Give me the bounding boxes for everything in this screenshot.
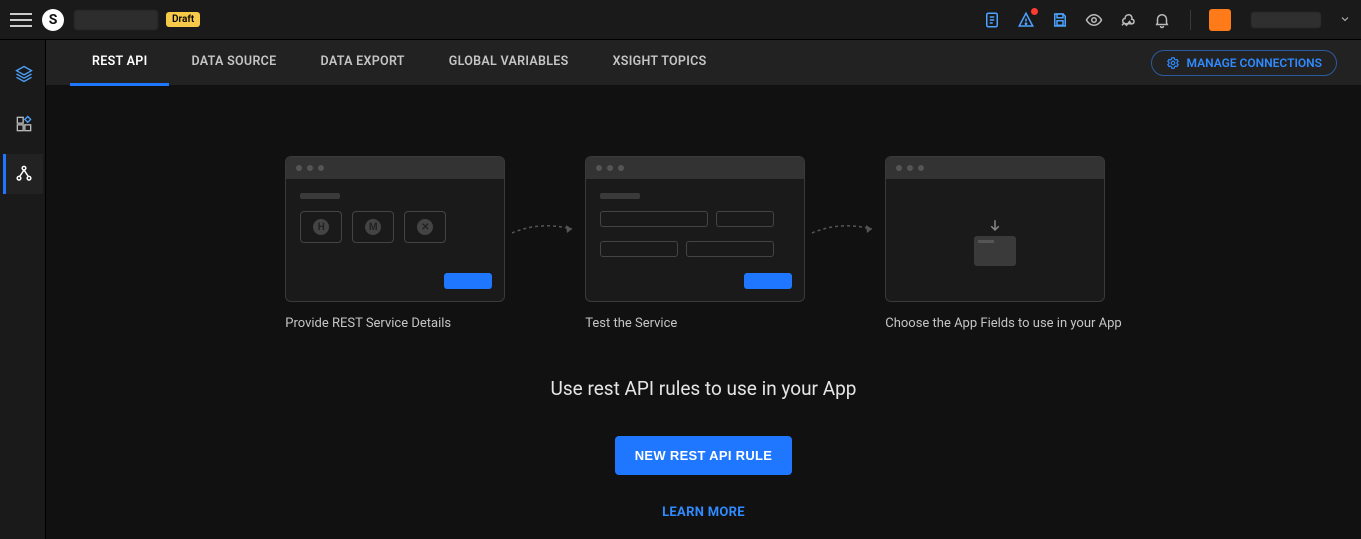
- preview-icon[interactable]: [1084, 10, 1104, 30]
- tab-global-variables[interactable]: GLOBAL VARIABLES: [427, 40, 591, 86]
- avatar[interactable]: [1209, 9, 1231, 31]
- menu-icon[interactable]: [10, 9, 32, 31]
- method-icon-h: H: [300, 211, 342, 243]
- step-1-caption: Provide REST Service Details: [285, 316, 451, 331]
- step-3: Choose the App Fields to use in your App: [885, 156, 1121, 331]
- app-logo[interactable]: S: [42, 9, 64, 31]
- new-rest-api-rule-button[interactable]: NEW REST API RULE: [615, 436, 793, 475]
- username-placeholder: [1251, 12, 1321, 28]
- step-3-caption: Choose the App Fields to use in your App: [885, 316, 1121, 331]
- empty-state-subtitle: Use rest API rules to use in your App: [551, 377, 857, 400]
- divider: [1190, 10, 1191, 30]
- learn-more-link[interactable]: LEARN MORE: [662, 505, 745, 520]
- arrow-icon: [810, 219, 880, 239]
- tab-rest-api[interactable]: REST API: [70, 40, 169, 86]
- card-button-stub: [744, 273, 792, 289]
- nav-connections[interactable]: [3, 154, 43, 194]
- arrow-icon: [510, 219, 580, 239]
- card-button-stub: [444, 273, 492, 289]
- step-1-card: H M ✕: [285, 156, 505, 302]
- bell-icon[interactable]: [1152, 10, 1172, 30]
- tab-data-export[interactable]: DATA EXPORT: [299, 40, 427, 86]
- main-content: REST API DATA SOURCE DATA EXPORT GLOBAL …: [46, 40, 1361, 539]
- warning-icon[interactable]: [1016, 10, 1036, 30]
- nav-layers[interactable]: [3, 54, 43, 94]
- topbar-actions: [982, 9, 1351, 31]
- tab-data-source[interactable]: DATA SOURCE: [169, 40, 298, 86]
- gear-icon: [1166, 56, 1180, 70]
- alert-dot: [1031, 8, 1038, 15]
- empty-state: H M ✕ Provide REST Service Details: [46, 86, 1361, 539]
- tabs-row: REST API DATA SOURCE DATA EXPORT GLOBAL …: [46, 40, 1361, 86]
- step-1: H M ✕ Provide REST Service Details: [285, 156, 505, 331]
- manage-connections-label: MANAGE CONNECTIONS: [1186, 56, 1322, 70]
- chevron-down-icon[interactable]: [1339, 10, 1351, 29]
- top-bar: S Draft: [0, 0, 1361, 40]
- nav-apps[interactable]: [3, 104, 43, 144]
- draft-badge: Draft: [166, 12, 200, 27]
- step-2: Test the Service: [585, 156, 805, 331]
- tab-xsight-topics[interactable]: XSIGHT TOPICS: [591, 40, 729, 86]
- step-2-card: [585, 156, 805, 302]
- app-title-placeholder: [74, 10, 158, 30]
- save-icon[interactable]: [1050, 10, 1070, 30]
- manage-connections-button[interactable]: MANAGE CONNECTIONS: [1151, 50, 1337, 76]
- method-icon-x: ✕: [404, 211, 446, 243]
- publish-icon[interactable]: [1118, 10, 1138, 30]
- left-nav: [0, 40, 46, 539]
- step-3-card: [885, 156, 1105, 302]
- notes-icon[interactable]: [982, 10, 1002, 30]
- download-box-icon: [974, 236, 1016, 266]
- step-2-caption: Test the Service: [585, 316, 677, 331]
- method-icon-m: M: [352, 211, 394, 243]
